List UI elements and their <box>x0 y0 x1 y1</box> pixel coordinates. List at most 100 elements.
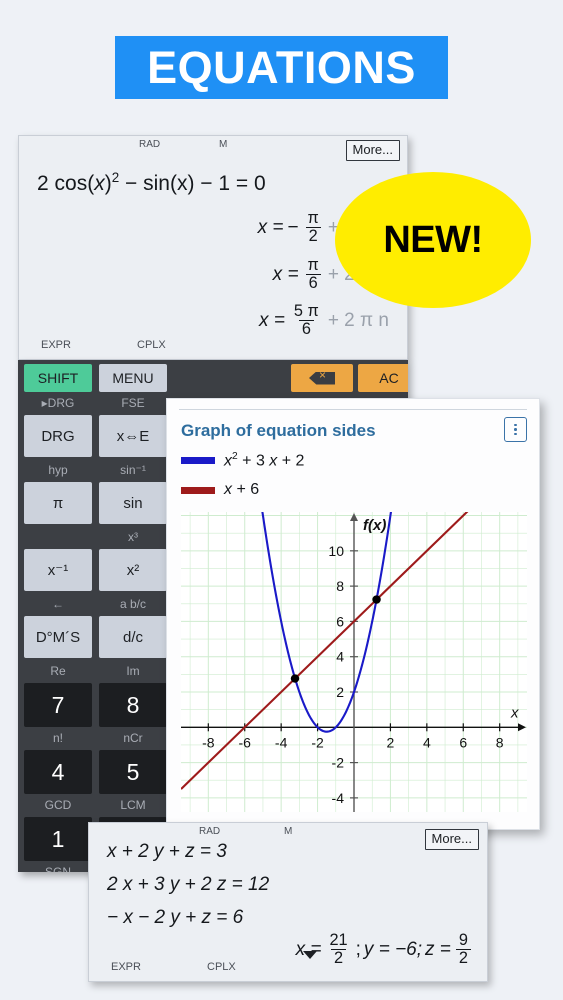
key-sublabel: FSE <box>121 396 145 410</box>
fraction-numerator: 5 π <box>293 302 319 320</box>
calculator-toolbar: SHIFT MENU AC <box>18 360 408 396</box>
legend-label: x2 + 3 x + 2 <box>224 451 305 470</box>
svg-text:-4: -4 <box>332 790 345 806</box>
page-title: EQUATIONS <box>147 42 416 93</box>
system-equation-3: − x − 2 y + z = 6 <box>107 907 244 928</box>
expand-caret-icon[interactable] <box>303 951 317 959</box>
calc-key-1[interactable]: 1 <box>24 817 92 861</box>
solution-y: y = −6; <box>363 939 423 961</box>
equation-rest: − sin(x) − 1 = 0 <box>119 172 266 195</box>
fraction-numerator: π <box>307 209 319 227</box>
equation-input: 2 cos(x)2 − sin(x) − 1 = 0 <box>37 170 266 196</box>
key-sublabel: ▸DRG <box>41 396 75 410</box>
svg-text:-2: -2 <box>311 734 324 750</box>
key-sublabel: x³ <box>128 530 138 544</box>
calc-key-x[interactable]: x² <box>99 549 167 591</box>
footer-cplx-label[interactable]: CPLX <box>207 961 236 973</box>
fraction-numerator: π <box>307 256 319 274</box>
angle-mode-indicator: RAD <box>199 826 221 837</box>
solution-fraction: π 2 <box>305 210 322 245</box>
solution-sign: − <box>287 217 299 239</box>
menu-key[interactable]: MENU <box>99 364 167 392</box>
dot <box>514 432 517 436</box>
svg-text:-2: -2 <box>332 755 345 771</box>
legend-item-series-1: x2 + 3 x + 2 <box>181 451 304 470</box>
plot-svg: -8 -6 -4 -2 2 4 6 8 -4 -2 2 4 6 8 10 f(x) x <box>181 512 527 812</box>
overflow-menu-icon[interactable] <box>504 417 527 442</box>
solution-lhs: x = <box>272 264 299 286</box>
status-row: RAD M More... <box>19 136 407 161</box>
solution-line-3: x = 5 π 6 + 2 π n <box>259 303 389 339</box>
calc-key-dc[interactable]: d/c <box>99 616 167 658</box>
solution-lhs: x = <box>257 217 284 239</box>
calc-key-dms[interactable]: D°M´S <box>24 616 92 658</box>
memory-indicator: M <box>284 826 293 837</box>
solution-tail: + 2 π n <box>327 310 389 332</box>
calc-key-[interactable]: π <box>24 482 92 524</box>
plot-area[interactable]: -8 -6 -4 -2 2 4 6 8 -4 -2 2 4 6 8 10 f(x) x <box>181 512 527 812</box>
fraction-numerator: 9 <box>458 931 468 949</box>
svg-text:10: 10 <box>328 543 344 559</box>
fraction-denominator: 6 <box>305 273 321 292</box>
svg-text:2: 2 <box>387 734 395 750</box>
calc-key-x[interactable]: x⁻¹ <box>24 549 92 591</box>
svg-text:6: 6 <box>459 734 467 750</box>
key-sublabel: nCr <box>123 731 143 745</box>
divider <box>179 409 527 410</box>
svg-text:4: 4 <box>423 734 431 750</box>
svg-text:-6: -6 <box>239 734 252 750</box>
key-sublabel: ← <box>52 597 64 611</box>
system-display-panel: RAD M More... x + 2 y + z = 3 2 x + 3 y … <box>88 822 488 982</box>
legend-label: x + 6 <box>224 481 260 498</box>
legend-color-swatch <box>181 457 215 465</box>
calc-key-sin[interactable]: sin <box>99 482 167 524</box>
svg-text:x: x <box>510 704 519 721</box>
svg-text:2: 2 <box>336 684 344 700</box>
angle-mode-indicator: RAD <box>139 139 161 150</box>
backspace-key[interactable] <box>291 364 353 392</box>
key-sublabel: sin⁻¹ <box>120 463 146 477</box>
fraction-denominator: 2 <box>305 226 321 245</box>
calc-key-5[interactable]: 5 <box>99 750 167 794</box>
legend-item-series-2: x + 6 <box>181 481 259 499</box>
footer-expr-label[interactable]: EXPR <box>111 961 141 973</box>
svg-text:-4: -4 <box>275 734 288 750</box>
calc-key-8[interactable]: 8 <box>99 683 167 727</box>
calc-key-4[interactable]: 4 <box>24 750 92 794</box>
equation-paren: ) <box>104 172 112 195</box>
calc-key-7[interactable]: 7 <box>24 683 92 727</box>
key-sublabel: GCD <box>44 798 72 812</box>
solution-fraction: π 6 <box>305 257 322 292</box>
all-clear-key[interactable]: AC <box>358 364 408 392</box>
shift-key[interactable]: SHIFT <box>24 364 92 392</box>
footer-cplx-label[interactable]: CPLX <box>137 339 166 351</box>
key-sublabel: hyp <box>48 463 68 477</box>
solution-separator: ; <box>355 939 361 961</box>
graph-title: Graph of equation sides <box>181 421 376 440</box>
more-button[interactable]: More... <box>424 829 479 850</box>
page-title-banner: EQUATIONS <box>115 36 448 99</box>
svg-text:8: 8 <box>336 578 344 594</box>
footer-expr-label[interactable]: EXPR <box>41 339 71 351</box>
panel-footer: EXPR CPLX <box>89 961 487 977</box>
key-sublabel: a b/c <box>119 597 146 611</box>
more-button[interactable]: More... <box>345 140 400 161</box>
fraction-numerator: 21 <box>329 931 348 949</box>
svg-text:8: 8 <box>496 734 504 750</box>
new-badge: NEW! <box>335 172 531 308</box>
key-sublabel: SGN <box>44 865 71 872</box>
svg-text:6: 6 <box>336 613 344 629</box>
calc-key-drg[interactable]: DRG <box>24 415 92 457</box>
svg-text:f(x): f(x) <box>363 517 386 534</box>
new-badge-label: NEW! <box>383 218 483 261</box>
memory-indicator: M <box>219 139 228 150</box>
key-sublabel: LCM <box>120 798 146 812</box>
solution-fraction: 5 π 6 <box>291 303 322 338</box>
backspace-icon <box>309 371 335 385</box>
dot <box>514 423 517 427</box>
solution-lhs: x = <box>259 310 285 332</box>
solution-z-label: z = <box>425 939 451 961</box>
calc-key-xe[interactable]: x⇔E <box>99 415 167 457</box>
system-equation-2: 2 x + 3 y + 2 z = 12 <box>107 874 270 895</box>
svg-text:4: 4 <box>336 649 344 665</box>
